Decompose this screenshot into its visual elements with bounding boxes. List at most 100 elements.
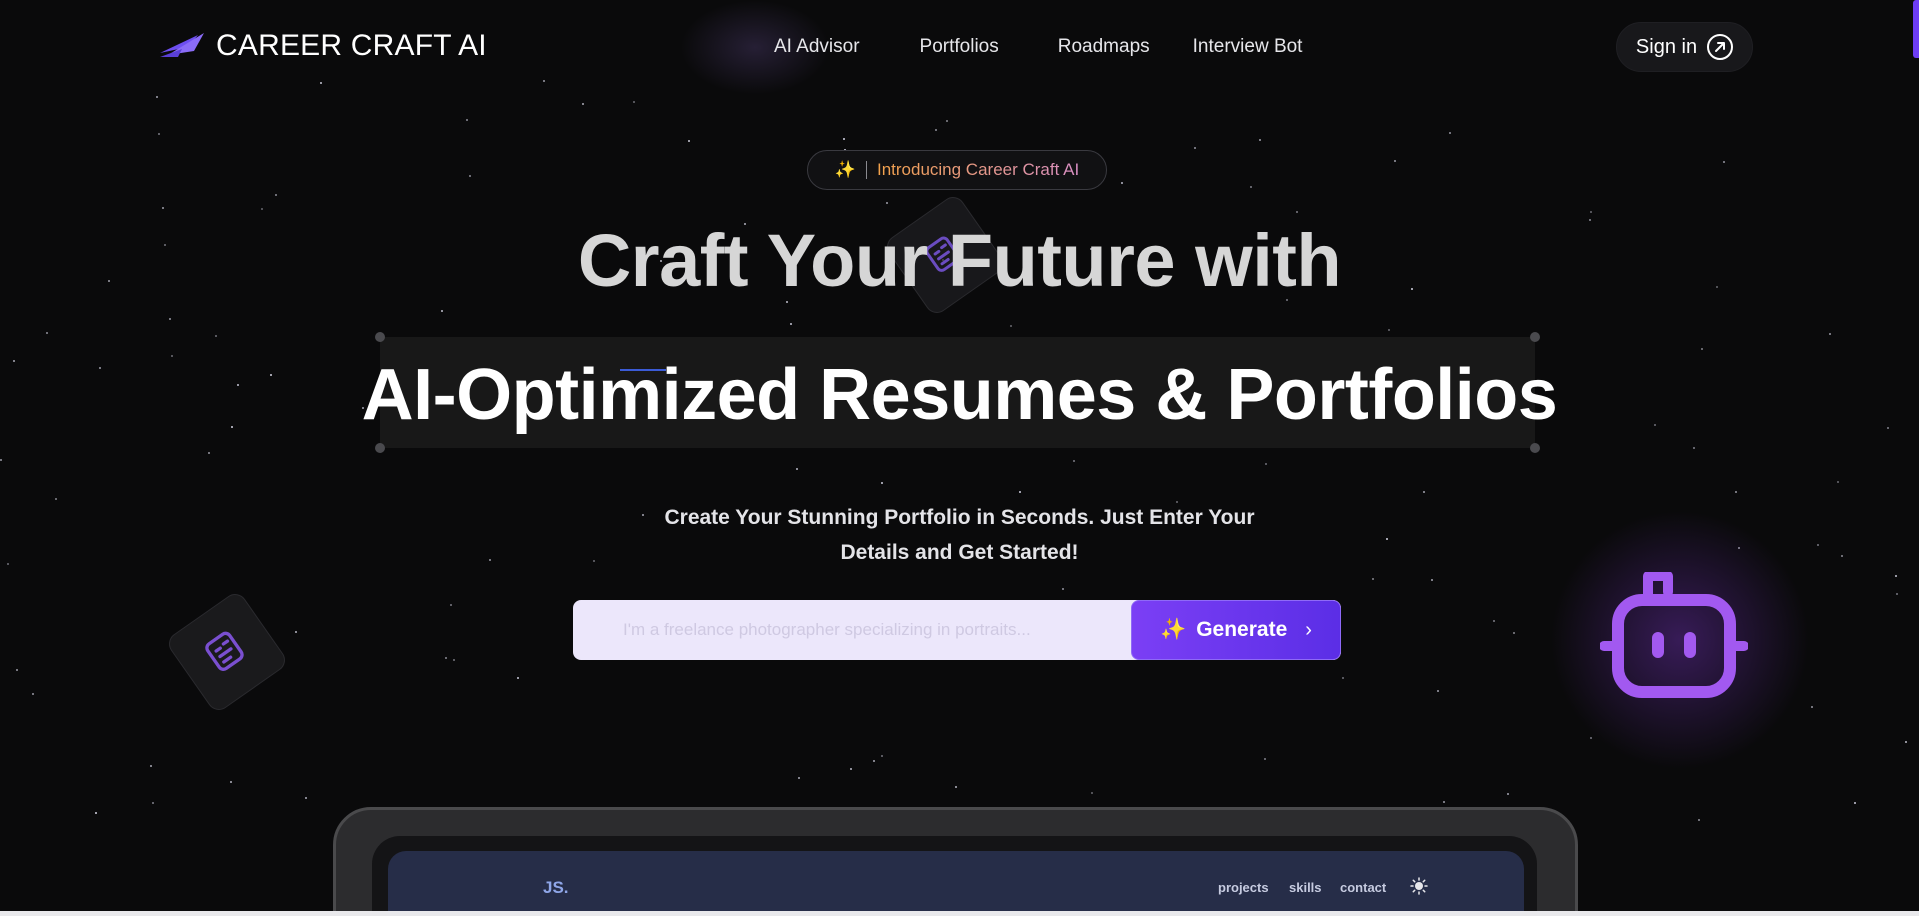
nav-link-ai-advisor[interactable]: AI Advisor [774,36,860,58]
star [1431,579,1433,581]
star [1372,578,1374,580]
star [466,119,468,121]
star [633,101,635,103]
star [1296,211,1298,213]
star [881,482,883,484]
star [1264,758,1266,760]
star [156,96,158,98]
star [445,657,447,659]
star [16,669,18,671]
landing-page: CAREER CRAFT AI AI Advisor Portfolios Ro… [0,0,1919,916]
star [1194,147,1196,149]
generator-form: ✨ Generate › [573,600,1341,660]
star [1073,460,1075,462]
corner-accent [1913,0,1919,58]
star [295,631,297,633]
star [441,310,443,312]
star [275,194,277,196]
star [1449,132,1451,134]
star [886,202,888,204]
star [1701,348,1703,350]
document-icon [198,622,257,682]
badge-text: Introducing Career Craft AI [876,160,1080,179]
preview-nav-projects: projects [1218,880,1269,895]
star [790,323,792,325]
star [1493,620,1495,622]
logo[interactable]: CAREER CRAFT AI [158,28,487,64]
star [850,768,852,770]
sun-icon [1410,877,1428,898]
generate-label: Generate [1196,618,1288,641]
star [32,693,34,695]
nav-links: AI Advisor Portfolios Roadmaps Interview… [774,36,1302,58]
generate-button[interactable]: ✨ Generate › [1131,600,1341,660]
preview-nav-skills: skills [1289,880,1322,895]
star [46,332,48,334]
star [881,755,883,757]
nav-link-interview-bot[interactable]: Interview Bot [1193,36,1303,58]
star [215,335,217,337]
star [261,208,263,210]
star [688,140,690,142]
star [1698,819,1700,821]
star [152,802,154,804]
star [1259,139,1261,141]
star [1854,802,1856,804]
star [450,604,452,606]
star [1010,325,1012,327]
star [1342,677,1344,679]
selection-handle [1530,443,1540,453]
star [798,777,800,779]
star [1896,593,1898,595]
star [1590,211,1592,213]
star [1121,182,1123,184]
star [1895,575,1897,577]
star [1265,463,1267,465]
star [150,765,152,767]
star [843,138,845,140]
star [0,459,2,461]
star [935,129,937,131]
star [1837,481,1839,483]
star [1735,491,1737,493]
star [1507,793,1509,795]
star [946,120,948,122]
window-bottom-edge [0,911,1919,916]
star [1513,632,1515,634]
top-nav: CAREER CRAFT AI AI Advisor Portfolios Ro… [0,0,1919,96]
star [158,133,160,135]
preview-nav-contact: contact [1340,880,1387,895]
star [1905,741,1907,743]
star [1829,333,1831,335]
paper-plane-icon [158,29,206,64]
prompt-input[interactable] [573,600,1133,660]
intro-badge[interactable]: ✨ Introducing Career Craft AI [807,150,1107,190]
nav-link-roadmaps[interactable]: Roadmaps [1058,36,1150,58]
star [469,175,471,177]
star [582,103,584,105]
badge-divider [865,161,867,179]
robot-icon [1599,571,1749,698]
star [169,318,171,320]
star [1394,160,1396,162]
selection-handle [375,443,385,453]
star [873,760,875,762]
signin-button[interactable]: Sign in [1616,22,1753,72]
hero-title-line1: Craft Your Future with [577,219,1342,302]
arrow-up-right-circle-icon [1707,34,1734,60]
selection-handle [375,332,385,342]
star [1091,792,1093,794]
star [517,677,519,679]
star [1723,161,1725,163]
star [230,781,232,783]
hero-title-line2: AI-Optimized Resumes & Portfolios [361,355,1558,435]
nav-link-portfolios[interactable]: Portfolios [920,36,999,58]
star [1443,801,1445,803]
star [1437,690,1439,692]
selection-handle [1530,332,1540,342]
star [1693,447,1695,449]
logo-text: CAREER CRAFT AI [216,29,487,62]
chevron-right-icon: › [1305,618,1312,641]
star [162,207,164,209]
star [955,786,957,788]
